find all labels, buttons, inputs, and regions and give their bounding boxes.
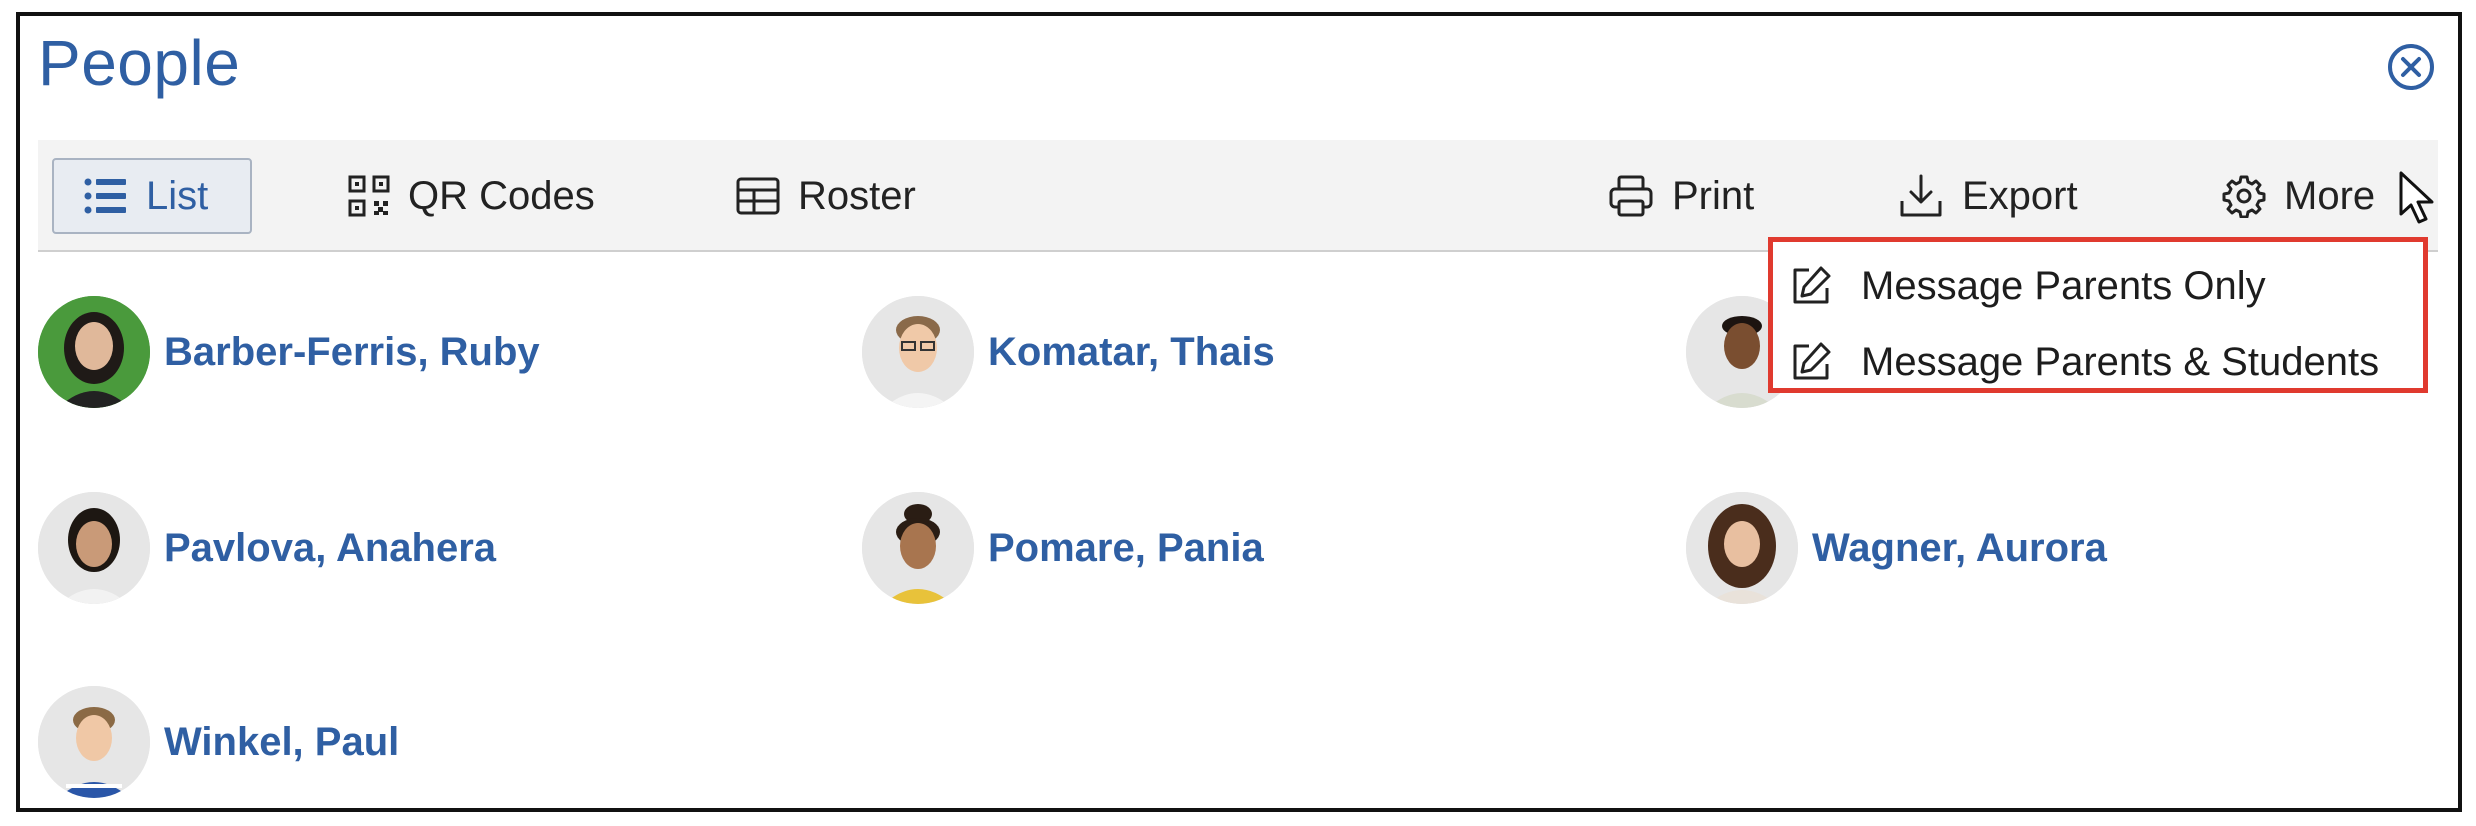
mouse-cursor-icon: [2399, 171, 2434, 224]
qr-code-icon: [348, 175, 390, 217]
list-item[interactable]: Pavlova, Anahera: [38, 490, 496, 606]
list-item[interactable]: Komatar, Thais: [862, 294, 1275, 410]
tab-qr-codes[interactable]: QR Codes: [348, 158, 595, 234]
print-label: Print: [1672, 173, 1755, 218]
avatar: [862, 296, 974, 408]
export-label: Export: [1962, 173, 2078, 218]
pencil-edit-icon: [1793, 266, 1831, 304]
person-name[interactable]: Pomare, Pania: [988, 526, 1264, 571]
list-icon: [84, 178, 126, 214]
person-name[interactable]: Pavlova, Anahera: [164, 526, 496, 571]
avatar-photo: [1686, 492, 1798, 604]
print-button[interactable]: Print: [1608, 158, 1754, 234]
avatar-photo: [38, 296, 150, 408]
export-button[interactable]: Export: [1898, 158, 2078, 234]
avatar: [862, 492, 974, 604]
gear-icon: [2222, 175, 2266, 218]
more-button[interactable]: More: [2222, 158, 2375, 234]
avatar: [1686, 492, 1798, 604]
menu-item-message-parents-only[interactable]: Message Parents Only: [1789, 256, 2266, 316]
person-name[interactable]: Winkel, Paul: [164, 720, 399, 765]
avatar: [38, 492, 150, 604]
avatar: [38, 296, 150, 408]
tab-roster-label: Roster: [798, 173, 916, 218]
list-item[interactable]: Barber-Ferris, Ruby: [38, 294, 540, 410]
close-button[interactable]: [2386, 42, 2436, 92]
list-item[interactable]: Winkel, Paul: [38, 684, 399, 800]
printer-icon: [1609, 175, 1653, 217]
download-icon: [1900, 174, 1942, 217]
person-name[interactable]: Barber-Ferris, Ruby: [164, 330, 540, 375]
tab-list[interactable]: List: [52, 158, 252, 234]
avatar-photo: [862, 296, 974, 408]
menu-item-label: Message Parents Only: [1861, 263, 2266, 308]
more-label: More: [2284, 173, 2376, 218]
tab-qr-codes-label: QR Codes: [408, 173, 595, 218]
menu-item-label: Message Parents & Students: [1861, 339, 2380, 384]
page-title: People: [38, 27, 241, 99]
close-circle-icon: [2388, 44, 2434, 90]
person-name[interactable]: Komatar, Thais: [988, 330, 1275, 375]
menu-item-message-parents-students[interactable]: Message Parents & Students: [1789, 332, 2379, 392]
avatar-photo: [38, 686, 150, 798]
avatar-photo: [862, 492, 974, 604]
list-item[interactable]: Wagner, Aurora: [1686, 490, 2107, 606]
table-icon: [736, 177, 780, 215]
avatar-photo: [38, 492, 150, 604]
list-item[interactable]: Pomare, Pania: [862, 490, 1264, 606]
more-dropdown-menu: Message Parents Only Message Parents & S…: [1768, 237, 2428, 393]
view-toolbar: List QR Codes Roster Print Export More: [38, 140, 2438, 252]
pencil-edit-icon: [1793, 342, 1831, 380]
tab-roster[interactable]: Roster: [736, 158, 916, 234]
tab-list-label: List: [146, 173, 209, 218]
person-name[interactable]: Wagner, Aurora: [1812, 526, 2107, 571]
avatar: [38, 686, 150, 798]
